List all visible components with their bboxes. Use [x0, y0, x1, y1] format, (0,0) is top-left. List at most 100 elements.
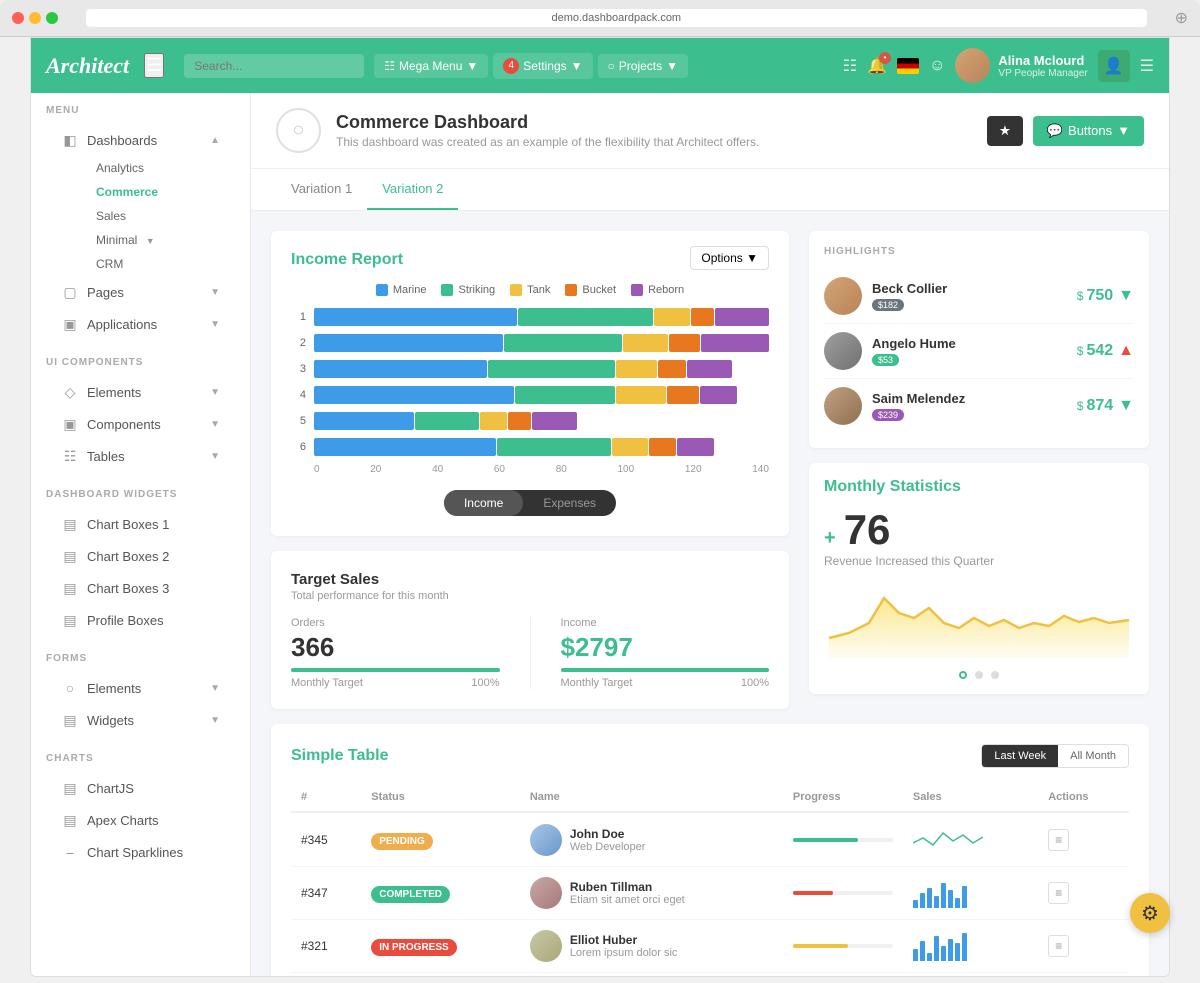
saim-arrow-icon: ▼	[1118, 397, 1134, 415]
nav-hamburger-button[interactable]: ☰	[144, 53, 164, 78]
monthly-subtitle: Revenue Increased this Quarter	[824, 554, 1134, 568]
user-avatar[interactable]	[955, 48, 990, 83]
table-row: #321 IN PROGRESS Elliot Huber Lorem ipsu…	[291, 920, 1129, 973]
chevron-tables-icon: ▼	[210, 451, 220, 462]
page-title: Commerce Dashboard	[336, 112, 759, 133]
highlights-card: HIGHLIGHTS Beck Collier $182 $ 750	[809, 231, 1149, 448]
tab-variation2[interactable]: Variation 2	[367, 169, 458, 210]
row-name-info: John Doe Web Developer	[570, 827, 646, 853]
sidebar-item-pages[interactable]: ▢ Pages ▼	[46, 276, 235, 308]
row-action-btn[interactable]: ≡	[1048, 935, 1069, 957]
angelo-arrow-icon: ▲	[1118, 342, 1134, 360]
sidebar-item-applications[interactable]: ▣ Applications ▼	[46, 308, 235, 340]
sidebar-item-crm[interactable]: CRM	[81, 252, 235, 276]
beck-info: Beck Collier $182	[872, 281, 1077, 311]
row-id: #55	[291, 973, 361, 977]
saim-avatar	[824, 387, 862, 425]
row-action-btn[interactable]: ≡	[1048, 829, 1069, 851]
progress-bar	[793, 891, 893, 895]
browser-url: demo.dashboardpack.com	[86, 9, 1147, 27]
tab-variation1[interactable]: Variation 1	[276, 169, 367, 210]
sidebar-item-widgets[interactable]: ▤ Widgets ▼	[46, 704, 235, 736]
expenses-toggle-btn[interactable]: Expenses	[523, 490, 616, 516]
charts-section-title: CHARTS	[46, 753, 235, 764]
settings-button[interactable]: 4 Settings ▼	[493, 53, 592, 79]
page-title-group: Commerce Dashboard This dashboard was cr…	[336, 112, 759, 149]
income-report-card: Options ▼ Income Report Marine Striking …	[271, 231, 789, 536]
sidebar-item-minimal[interactable]: Minimal ▼	[81, 228, 235, 252]
table-row: #55 ON HOLD Vinnie Wagstaff UI Designer	[291, 973, 1129, 977]
page-icon: ○	[276, 108, 321, 153]
progress-bar	[793, 838, 893, 842]
mega-menu-button[interactable]: ☷ Mega Menu ▼	[374, 54, 488, 78]
chart-sparklines-icon: ⎯	[61, 843, 79, 861]
nav-search-input[interactable]	[184, 54, 364, 78]
flag-icon	[897, 58, 919, 74]
sidebar-item-tables[interactable]: ☷ Tables ▼	[46, 440, 235, 472]
sidebar-item-analytics[interactable]: Analytics	[81, 156, 235, 180]
nav-menu-button[interactable]: ☰	[1140, 56, 1154, 76]
sidebar-item-sales[interactable]: Sales	[81, 204, 235, 228]
chevron-form-elements-icon: ▼	[210, 683, 220, 694]
sidebar-item-commerce[interactable]: Commerce	[81, 180, 235, 204]
floating-gear-button[interactable]: ⚙	[1130, 893, 1170, 933]
user-icon-button[interactable]: 👤	[1098, 50, 1130, 82]
table-filters: Last Week All Month	[981, 744, 1129, 768]
simple-table-card: Simple Table Last Week All Month # Statu…	[271, 724, 1149, 976]
sidebar-item-elements[interactable]: ◇ Elements ▼	[46, 376, 235, 408]
options-button[interactable]: Options ▼	[690, 246, 769, 270]
user-info-text: Alina Mclourd VP People Manager	[998, 53, 1087, 79]
table-row: #345 PENDING John Doe Web Developer	[291, 812, 1129, 867]
sidebar-item-dashboards[interactable]: ◧ Dashboards ▲	[46, 124, 235, 156]
projects-button[interactable]: ○ Projects ▼	[598, 54, 689, 78]
filter-last-week-btn[interactable]: Last Week	[982, 745, 1058, 767]
beck-avatar	[824, 277, 862, 315]
monthly-value: 76	[844, 506, 891, 554]
chart-toggle: Income Expenses	[444, 490, 616, 516]
angelo-avatar	[824, 332, 862, 370]
row-action-btn[interactable]: ≡	[1048, 882, 1069, 904]
simple-table: # Status Name Progress Sales Actions #34…	[291, 783, 1129, 976]
page-subtitle: This dashboard was created as an example…	[336, 135, 759, 149]
buttons-dropdown[interactable]: 💬 Buttons ▼	[1033, 116, 1144, 146]
sidebar-item-form-elements[interactable]: ○ Elements ▼	[46, 672, 235, 704]
chart-boxes-1-icon: ▤	[61, 515, 79, 533]
status-badge: COMPLETED	[371, 886, 450, 903]
monthly-stats-title: Monthly Statistics	[824, 478, 1134, 496]
chart-pagination	[824, 671, 1134, 679]
target-sales-card: Target Sales Total performance for this …	[271, 551, 789, 709]
chart-dot-1[interactable]	[959, 671, 967, 679]
star-button[interactable]: ★	[987, 116, 1023, 146]
dashboard-widgets-title: DASHBOARD WIDGETS	[46, 489, 235, 500]
bar-chart: 1 2	[291, 308, 769, 475]
sidebar-item-chartjs[interactable]: ▤ ChartJS	[46, 772, 235, 804]
chart-dot-2[interactable]	[975, 671, 983, 679]
sidebar-item-components[interactable]: ▣ Components ▼	[46, 408, 235, 440]
highlight-item: Angelo Hume $53 $ 542 ▲	[824, 324, 1134, 379]
sidebar-item-apex-charts[interactable]: ▤ Apex Charts	[46, 804, 235, 836]
chevron-elements-icon: ▼	[210, 387, 220, 398]
chart-dot-3[interactable]	[991, 671, 999, 679]
sidebar-item-profile-boxes[interactable]: ▤ Profile Boxes	[46, 604, 235, 636]
income-toggle-btn[interactable]: Income	[444, 490, 523, 516]
sidebar-item-chart-boxes-2[interactable]: ▤ Chart Boxes 2	[46, 540, 235, 572]
smiley-icon-button[interactable]: ☺	[929, 57, 945, 75]
grid-icon-button[interactable]: ☷	[843, 56, 857, 76]
right-panel: HIGHLIGHTS Beck Collier $182 $ 750	[809, 231, 1149, 709]
sidebar-item-chart-sparklines[interactable]: ⎯ Chart Sparklines	[46, 836, 235, 868]
filter-all-month-btn[interactable]: All Month	[1058, 745, 1128, 767]
monthly-chart	[824, 578, 1134, 658]
sidebar-item-chart-boxes-1[interactable]: ▤ Chart Boxes 1	[46, 508, 235, 540]
bar-mini-chart	[913, 878, 983, 908]
monthly-stats-card: Monthly Statistics + 76 Revenue Increase…	[809, 463, 1149, 694]
chevron-icon: ▲	[210, 135, 220, 146]
form-elements-icon: ○	[61, 679, 79, 697]
widgets-icon: ▤	[61, 711, 79, 729]
bell-icon-button[interactable]: 🔔 •	[867, 56, 887, 76]
income-stat: Income $2797 Monthly Target 100%	[561, 617, 770, 689]
row-avatar	[530, 877, 562, 909]
sidebar-item-chart-boxes-3[interactable]: ▤ Chart Boxes 3	[46, 572, 235, 604]
chevron-pages-icon: ▼	[210, 287, 220, 298]
saim-info: Saim Melendez $239	[872, 391, 1077, 421]
menu-section-title: MENU	[46, 105, 235, 116]
